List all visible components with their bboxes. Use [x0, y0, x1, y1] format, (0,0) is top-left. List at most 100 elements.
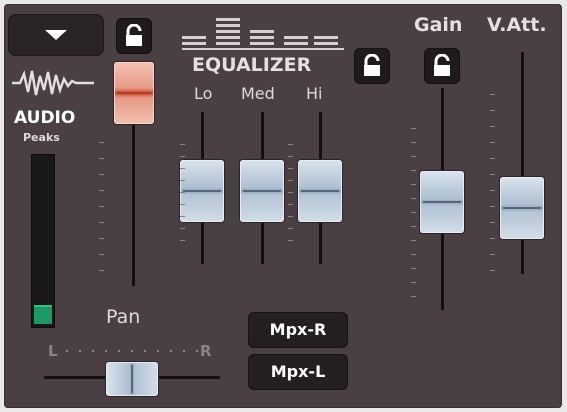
scale-tick — [411, 226, 416, 227]
gain-fader[interactable] — [420, 88, 464, 316]
gain-label: Gain — [414, 14, 463, 36]
scale-tick — [490, 174, 495, 175]
scale-tick — [411, 156, 416, 157]
eq-lo-thumb[interactable] — [180, 160, 224, 222]
scale-tick — [490, 110, 495, 111]
master-volume-fader[interactable] — [114, 62, 154, 292]
scale-tick — [411, 254, 416, 255]
scale-tick — [99, 238, 104, 239]
eq-med-thumb[interactable] — [240, 160, 284, 222]
scale-tick — [288, 216, 293, 217]
eq-lo-fader[interactable] — [180, 112, 224, 270]
scale-tick — [180, 240, 185, 241]
scale-tick — [490, 158, 495, 159]
pan-scale-tick — [144, 350, 146, 352]
eq-hi-fader[interactable] — [298, 112, 342, 270]
eq-med-fader[interactable] — [240, 112, 284, 270]
scale-tick — [99, 222, 104, 223]
scale-tick — [411, 212, 416, 213]
pan-scale-tick — [66, 350, 68, 352]
gain-lock-button[interactable] — [424, 48, 460, 84]
pan-left-label: L — [48, 342, 58, 360]
scale-tick — [288, 228, 293, 229]
audio-title: AUDIO — [14, 108, 76, 128]
scale-tick — [180, 216, 185, 217]
gain-thumb[interactable] — [420, 171, 464, 233]
scale-tick — [180, 192, 185, 193]
scale-tick — [180, 228, 185, 229]
equalizer-lock-button[interactable] — [354, 48, 390, 84]
vatt-label: V.Att. — [487, 14, 547, 36]
pan-right-label: R — [200, 342, 212, 360]
scale-tick — [411, 198, 416, 199]
scale-tick — [411, 268, 416, 269]
pan-scale-tick — [118, 350, 120, 352]
vatt-fader[interactable] — [500, 52, 544, 280]
vatt-track — [521, 52, 524, 274]
scale-tick — [99, 190, 104, 191]
pan-scale-tick — [196, 350, 198, 352]
scale-tick — [411, 170, 416, 171]
eq-med-label: Med — [241, 84, 275, 103]
lock-icon — [364, 54, 380, 76]
lock-icon — [126, 24, 142, 46]
scale-tick — [180, 156, 185, 157]
scale-tick — [411, 240, 416, 241]
scale-tick — [490, 142, 495, 143]
master-volume-thumb[interactable] — [114, 62, 154, 124]
mpx-l-button[interactable]: Mpx-L — [248, 354, 348, 390]
scale-tick — [180, 144, 185, 145]
scale-tick — [288, 168, 293, 169]
scale-tick — [490, 206, 495, 207]
scale-tick — [288, 144, 293, 145]
scale-tick — [180, 180, 185, 181]
scale-tick — [288, 204, 293, 205]
master-lock-button[interactable] — [116, 18, 152, 54]
peak-level-meter-fill — [34, 305, 52, 324]
scale-tick — [490, 222, 495, 223]
scale-tick — [490, 126, 495, 127]
pan-scale-tick — [79, 350, 81, 352]
scale-tick — [411, 128, 416, 129]
scale-tick — [490, 254, 495, 255]
lock-icon — [434, 54, 450, 76]
scale-tick — [99, 174, 104, 175]
pan-scale-tick — [105, 350, 107, 352]
equalizer-icon — [182, 18, 344, 50]
scale-tick — [99, 206, 104, 207]
scale-tick — [99, 270, 104, 271]
scale-tick — [288, 180, 293, 181]
pan-scale-tick — [157, 350, 159, 352]
scale-tick — [411, 184, 416, 185]
eq-hi-thumb[interactable] — [298, 160, 342, 222]
scale-tick — [180, 204, 185, 205]
scale-tick — [99, 142, 104, 143]
scale-tick — [411, 296, 416, 297]
scale-tick — [490, 238, 495, 239]
mpx-r-button[interactable]: Mpx-R — [248, 312, 348, 348]
scale-tick — [490, 190, 495, 191]
audio-subtitle: Peaks — [23, 131, 60, 144]
audio-waveform-icon — [12, 70, 94, 96]
pan-label: Pan — [106, 306, 141, 328]
pan-scale-tick — [131, 350, 133, 352]
scale-tick — [180, 168, 185, 169]
pan-thumb[interactable] — [106, 362, 158, 396]
source-dropdown-button[interactable] — [8, 14, 104, 56]
audio-mixer-panel: AUDIO Peaks EQUALIZER Lo Med Hi Gain V.A… — [4, 4, 562, 408]
scale-tick — [490, 94, 495, 95]
eq-hi-label: Hi — [306, 84, 323, 103]
pan-scale-tick — [170, 350, 172, 352]
scale-tick — [99, 158, 104, 159]
peak-level-meter — [31, 154, 55, 328]
pan-scale-tick — [183, 350, 185, 352]
scale-tick — [99, 254, 104, 255]
scale-tick — [411, 282, 416, 283]
scale-tick — [288, 192, 293, 193]
scale-tick — [288, 156, 293, 157]
scale-tick — [411, 142, 416, 143]
chevron-down-icon — [45, 30, 67, 40]
vatt-thumb[interactable] — [500, 177, 544, 239]
equalizer-title: EQUALIZER — [192, 54, 312, 76]
scale-tick — [490, 270, 495, 271]
